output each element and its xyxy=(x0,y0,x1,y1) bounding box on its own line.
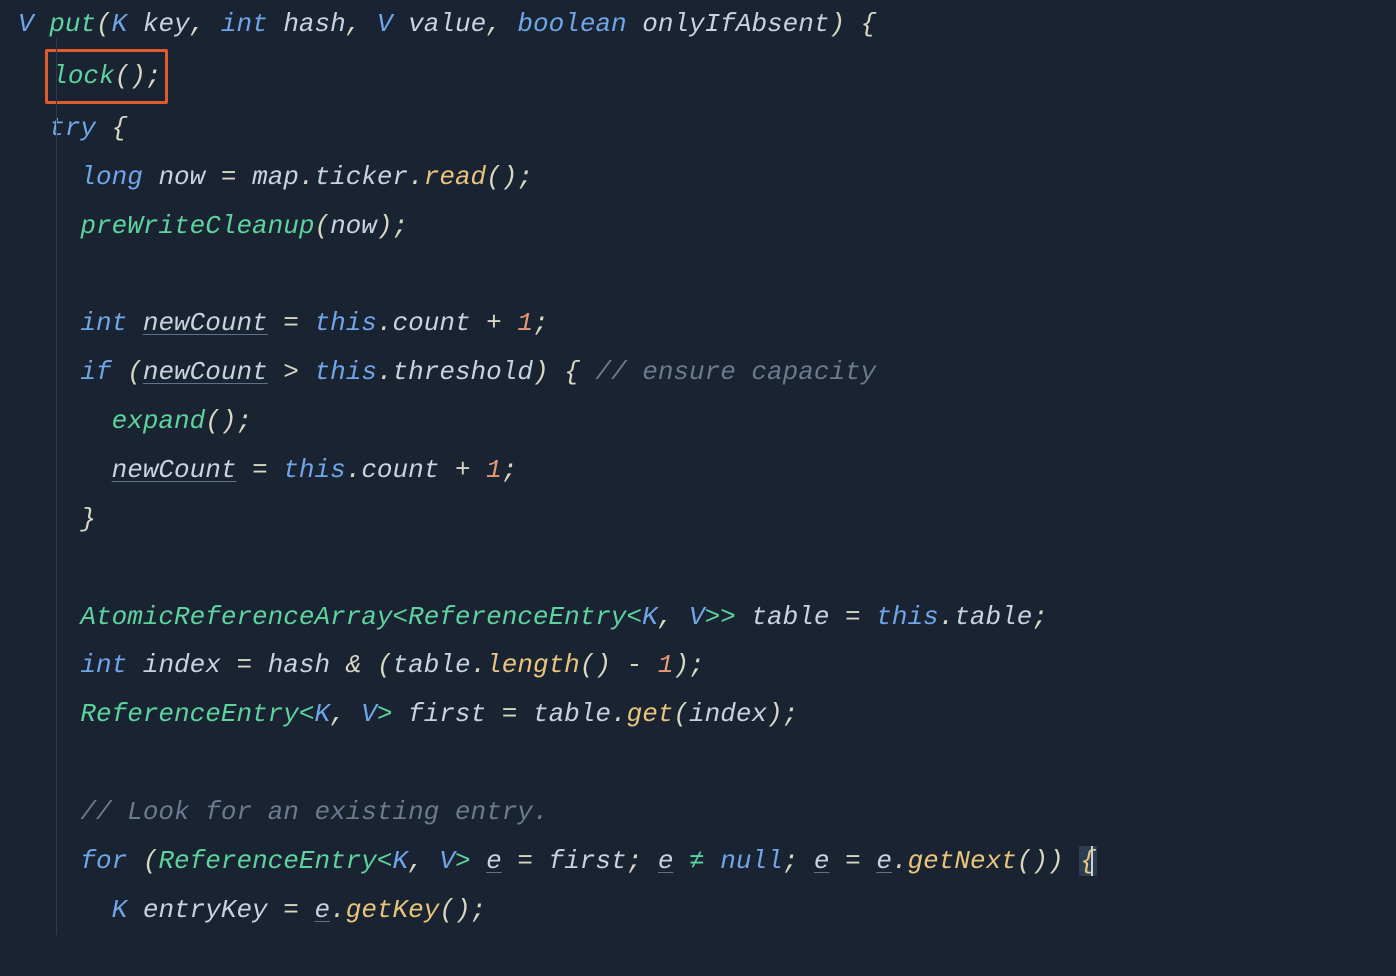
code-line: ReferenceEntry<K, V> first = table.get(i… xyxy=(18,690,1396,739)
token-type: int xyxy=(221,9,268,39)
token-keyword: if xyxy=(80,357,111,387)
indent-guide xyxy=(56,38,57,935)
token-type: boolean xyxy=(517,9,626,39)
token-call: getKey xyxy=(346,895,440,925)
token-call: expand xyxy=(112,406,206,436)
code-editor[interactable]: V put(K key, int hash, V value, boolean … xyxy=(0,0,1396,935)
token-class: AtomicReferenceArray xyxy=(80,602,392,632)
token-number: 1 xyxy=(486,455,502,485)
token-call: read xyxy=(424,162,486,192)
token-this: this xyxy=(315,357,377,387)
token-type: V xyxy=(377,9,393,39)
code-line-blank xyxy=(18,250,1396,299)
text-cursor xyxy=(1091,846,1093,876)
code-line: V put(K key, int hash, V value, boolean … xyxy=(18,0,1396,49)
highlight-box: lock(); xyxy=(45,49,168,104)
token-call: length xyxy=(486,650,580,680)
token-this: this xyxy=(315,308,377,338)
token-this: this xyxy=(283,455,345,485)
token-call: getNext xyxy=(908,846,1017,876)
token-number: 1 xyxy=(517,308,533,338)
code-line: AtomicReferenceArray<ReferenceEntry<K, V… xyxy=(18,593,1396,642)
token-comment: // ensure capacity xyxy=(595,357,876,387)
code-line: preWriteCleanup(now); xyxy=(18,202,1396,251)
token-this: this xyxy=(876,602,938,632)
code-line: } xyxy=(18,495,1396,544)
code-line-blank xyxy=(18,544,1396,593)
brace-match: { xyxy=(1079,846,1097,876)
token-class: ReferenceEntry xyxy=(408,602,626,632)
code-line: expand(); xyxy=(18,397,1396,446)
code-line: int newCount = this.count + 1; xyxy=(18,299,1396,348)
token-call: get xyxy=(627,699,674,729)
token-call: lock xyxy=(52,61,114,91)
token-call: preWriteCleanup xyxy=(80,211,314,241)
code-line: lock(); xyxy=(18,49,1396,104)
token-class: ReferenceEntry xyxy=(80,699,298,729)
token-type: K xyxy=(112,895,128,925)
token-type: int xyxy=(80,308,127,338)
code-line: // Look for an existing entry. xyxy=(18,788,1396,837)
token-null: null xyxy=(720,846,782,876)
code-line: int index = hash & (table.length() - 1); xyxy=(18,641,1396,690)
code-line: for (ReferenceEntry<K, V> e = first; e ≠… xyxy=(18,837,1396,886)
code-line: try { xyxy=(18,104,1396,153)
token-class: ReferenceEntry xyxy=(158,846,376,876)
token-type: int xyxy=(80,650,127,680)
token-type: V xyxy=(18,9,34,39)
token-keyword: for xyxy=(80,846,127,876)
token-number: 1 xyxy=(658,650,674,680)
code-line: long now = map.ticker.read(); xyxy=(18,153,1396,202)
token-type: K xyxy=(112,9,128,39)
code-line: K entryKey = e.getKey(); xyxy=(18,886,1396,935)
code-line: newCount = this.count + 1; xyxy=(18,446,1396,495)
token-comment: // Look for an existing entry. xyxy=(80,797,548,827)
code-line: if (newCount > this.threshold) { // ensu… xyxy=(18,348,1396,397)
token-method: put xyxy=(49,9,96,39)
token-type: long xyxy=(80,162,142,192)
code-line-blank xyxy=(18,739,1396,788)
